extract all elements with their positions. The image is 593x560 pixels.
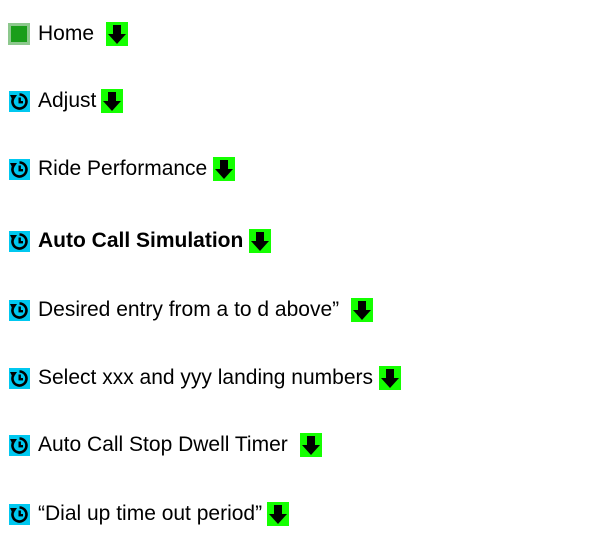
item-label: Desired entry from a to d above” [38, 298, 340, 321]
down-arrow-icon[interactable] [267, 502, 290, 526]
refresh-icon [9, 434, 30, 456]
square-icon [8, 23, 30, 45]
refresh-icon [9, 299, 30, 321]
list-item-auto-call-simulation[interactable]: Auto Call Simulation [8, 228, 272, 254]
down-arrow-icon[interactable] [299, 433, 322, 457]
list-item-ride-performance[interactable]: Ride Performance [8, 156, 236, 182]
refresh-icon [9, 230, 30, 252]
refresh-icon [9, 367, 30, 389]
list-item-select-landing-numbers[interactable]: Select xxx and yyy landing numbers [8, 365, 402, 391]
item-label: Ride Performance [38, 157, 208, 180]
down-arrow-icon[interactable] [101, 89, 124, 113]
list-item-auto-call-stop-dwell-timer[interactable]: Auto Call Stop Dwell Timer [8, 432, 322, 458]
item-label: Auto Call Stop Dwell Timer [38, 433, 288, 456]
refresh-icon [9, 90, 30, 112]
list-item-adjust[interactable]: Adjust [8, 88, 124, 114]
down-arrow-icon[interactable] [379, 366, 402, 390]
refresh-icon [9, 503, 30, 525]
down-arrow-icon[interactable] [351, 298, 374, 322]
item-label: “Dial up time out period” [38, 502, 263, 525]
down-arrow-icon[interactable] [213, 157, 236, 181]
item-label: Auto Call Simulation [38, 229, 244, 252]
item-label: Home [38, 22, 95, 45]
down-arrow-icon[interactable] [106, 22, 129, 46]
list-item-dial-up-time-out-period[interactable]: “Dial up time out period” [8, 501, 290, 527]
list-item-desired-entry[interactable]: Desired entry from a to d above” [8, 297, 374, 323]
item-label: Select xxx and yyy landing numbers [38, 366, 374, 389]
down-arrow-icon[interactable] [249, 229, 272, 253]
list-item-home[interactable]: Home [8, 21, 129, 47]
item-label: Adjust [38, 89, 97, 112]
refresh-icon [9, 158, 30, 180]
